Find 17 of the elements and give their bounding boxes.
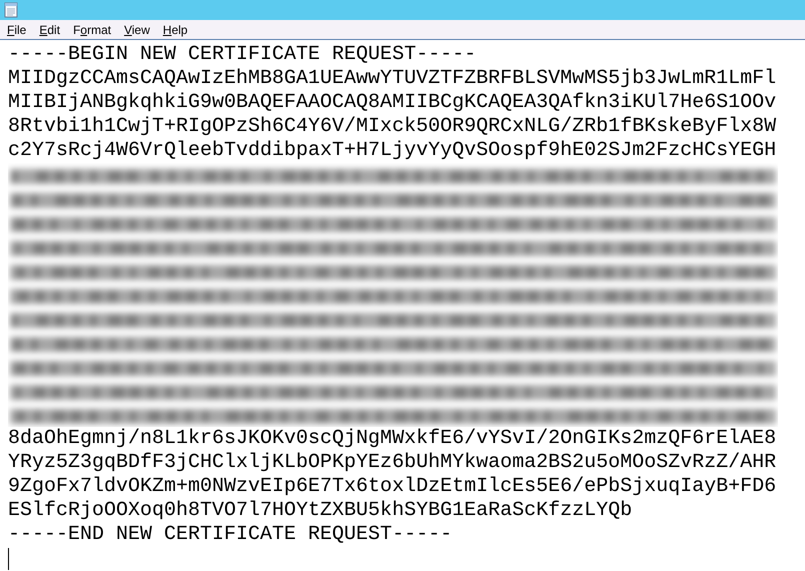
menu-item[interactable]: Edit (34, 20, 66, 38)
menu-item[interactable]: View (119, 20, 155, 38)
menu-item[interactable]: Format (68, 20, 116, 38)
text-line: c2Y7sRcj4W6VrQleebTvddibpaxT+H7LjyvYyQvSOospf9hE02SJm2FzcHCsYEGH (8, 139, 776, 163)
text-line: 8Rtvbi1h1CwjT+RIgOPzSh6C4Y6V/MIxck50OR9QRCxNLG/ZRb1fBKskeByFlx8W (8, 115, 776, 139)
text-line: MIIDgzCCAmsCAQAwIzEhMB8GA1UEAwwYTUVZTFZBRFBLSVMwMS5jb3JwLmR1LmFl (8, 67, 776, 91)
text-line: MIIBIjANBgkqhkiG9w0BAQEFAAOCAQ8AMIIBCgKCAQEA3QAfkn3iKUl7He6S1OOv (8, 91, 776, 115)
menu-item[interactable]: Help (158, 20, 193, 38)
text-line: YRyz5Z3gqBDfF3jCHClxljKLbOPKpYEz6bUhMYkwaoma2BS2u5oMOoSZvRzZ/AHR (8, 451, 776, 475)
menu-item[interactable]: File (2, 20, 32, 38)
notepad-icon (4, 2, 18, 18)
text-line: -----END NEW CERTIFICATE REQUEST----- (8, 523, 452, 547)
text-cursor (8, 548, 9, 570)
text-line: 9ZgoFx7ldvOKZm+m0NWzvEIp6E7Tx6toxlDzEtmIlcEs5E6/ePbSjxuqIayB+FD6 (8, 475, 776, 499)
text-line: ESlfcRjoOOXoq0h8TVO7l7HOYtZXBU5khSYBG1EaRaScKfzzLYQb (8, 499, 632, 523)
text-line: -----BEGIN NEW CERTIFICATE REQUEST----- (8, 43, 476, 67)
text-line: 8daOhEgmnj/n8L1kr6sJKOKv0scQjNgMWxkfE6/vYSvI/2OnGIKs2mzQF6rElAE8 (8, 427, 776, 451)
